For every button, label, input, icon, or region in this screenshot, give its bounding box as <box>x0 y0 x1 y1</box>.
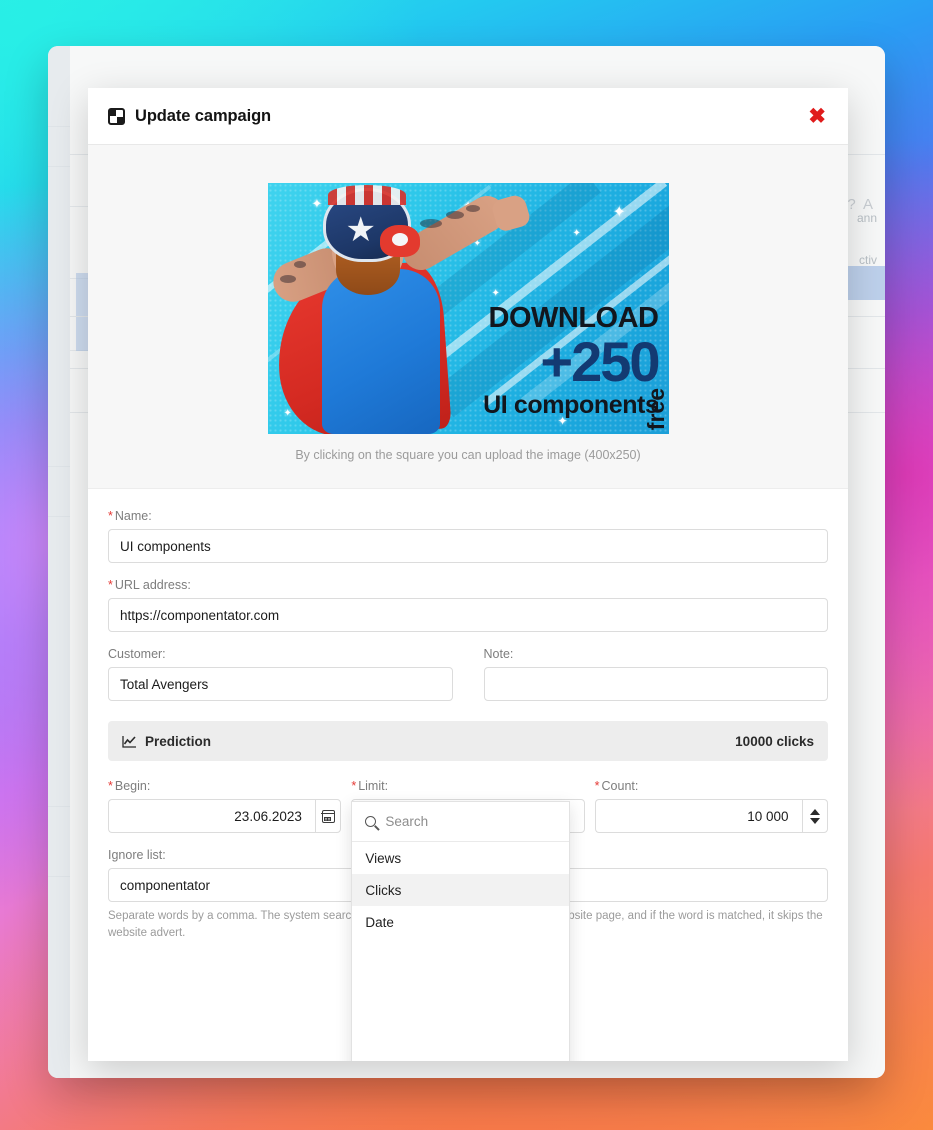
dropdown-option-date[interactable]: Date <box>352 906 569 938</box>
field-name: * Name: <box>108 509 828 563</box>
dropdown-search-input[interactable] <box>385 814 563 829</box>
chart-line-icon <box>122 735 136 748</box>
dropdown-empty-space <box>352 938 569 1061</box>
banner-count: +250 <box>540 330 660 394</box>
label-begin: * Begin: <box>108 779 151 793</box>
prediction-title: Prediction <box>145 733 212 749</box>
campaign-form: *Name: *URL address: Customer: Note: <box>88 489 848 1061</box>
background-sidebar <box>48 46 70 1078</box>
required-marker: * <box>108 779 113 793</box>
required-marker: * <box>594 779 600 793</box>
banner-star: ✦ <box>491 288 500 299</box>
label-limit: * Limit: <box>351 779 389 793</box>
calendar-icon <box>321 809 335 823</box>
customer-input[interactable] <box>108 667 453 701</box>
banner-free-badge: free <box>643 388 669 431</box>
spinner-arrows-icon <box>809 808 820 824</box>
label-url: * URL address: <box>108 578 191 592</box>
prediction-value: 10000 clicks <box>735 733 814 749</box>
dropdown-search-row <box>352 802 570 842</box>
search-icon <box>365 816 377 827</box>
field-note: Note: <box>483 647 828 701</box>
banner-subline: UI components <box>483 391 659 419</box>
count-input[interactable] <box>594 799 802 833</box>
banner-text-block: DOWNLOAD +250 UI components free <box>411 302 668 431</box>
image-upload-zone: ✦ ✦ ✦ ✦ ✦ ✦ ✦ ✦ <box>88 145 848 489</box>
url-input[interactable] <box>108 598 828 632</box>
modal-body: ✦ ✦ ✦ ✦ ✦ ✦ ✦ ✦ <box>88 145 848 1061</box>
update-campaign-modal: Update campaign ✖ ✦ ✦ ✦ ✦ ✦ ✦ ✦ ✦ <box>88 88 848 1061</box>
close-icon[interactable]: ✖ <box>806 104 828 129</box>
modal-header: Update campaign ✖ <box>88 88 848 145</box>
label-count: * Count: <box>594 779 639 793</box>
required-marker: * <box>108 509 113 523</box>
begin-date-input[interactable] <box>108 799 315 833</box>
count-input-group <box>594 799 828 833</box>
dropdown-option-views[interactable]: Views <box>352 842 569 874</box>
note-input[interactable] <box>483 667 828 701</box>
required-marker: * <box>351 779 357 793</box>
begin-limit-count-row: *Begin: *Limit: <box>108 779 828 1061</box>
dropdown-option-clicks[interactable]: Clicks <box>352 874 570 906</box>
modal-title: Update campaign <box>135 106 272 125</box>
label-customer: Customer: <box>108 647 166 661</box>
dropdown-option-list: Views Clicks Date <box>352 842 570 938</box>
name-input[interactable] <box>108 529 828 563</box>
customer-note-row: Customer: Note: <box>108 647 828 716</box>
label-note: Note: <box>483 647 514 661</box>
banner-headline: DOWNLOAD <box>488 302 659 335</box>
field-begin: * Begin: <box>108 779 342 833</box>
count-stepper[interactable] <box>801 799 828 833</box>
field-customer: Customer: <box>108 647 453 701</box>
checkerboard-square-icon <box>108 107 125 125</box>
prediction-label-group: Prediction <box>122 734 211 749</box>
banner-star: ✦ <box>612 204 626 221</box>
field-url: * URL address: <box>108 578 828 632</box>
field-limit: *Limit: Views Clicks Date <box>351 779 585 1061</box>
required-marker: * <box>108 578 113 592</box>
field-count: * Count: <box>594 779 828 833</box>
begin-input-group <box>108 799 342 833</box>
upload-caption: By clicking on the square you can upload… <box>295 448 641 462</box>
calendar-button[interactable] <box>314 799 342 833</box>
background-row-text-1: ann <box>856 211 877 225</box>
limit-dropdown: Views Clicks Date <box>351 801 571 1061</box>
banner-star: ✦ <box>572 228 581 239</box>
prediction-bar: Prediction 10000 clicks <box>108 721 828 761</box>
label-name: * Name: <box>108 509 152 523</box>
campaign-banner-image[interactable]: ✦ ✦ ✦ ✦ ✦ ✦ ✦ ✦ <box>267 183 669 434</box>
background-row-text-2: ctiv <box>859 253 877 267</box>
